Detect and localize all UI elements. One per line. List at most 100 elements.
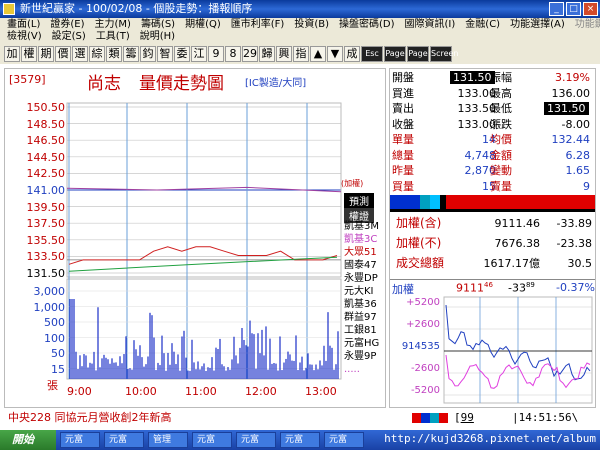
maximize-button[interactable]: □ [566,2,581,16]
mini-index-chart [443,296,593,404]
taskbar-window-button[interactable]: 元富 [280,432,320,448]
main-page: [3579] 尚志 量價走勢圖 [IC製造/大同] 150.50 148.50 14… [0,64,600,430]
toolbar-button[interactable]: 9 [208,46,224,62]
watermark: http://kujd3268.pixnet.net/album [384,432,596,445]
warrant-item[interactable]: 凱基3C [344,234,377,246]
toolbar-button[interactable]: 鈞 [140,46,156,62]
toolbar-button[interactable]: 智 [157,46,173,62]
price-volume-chart: 9:00 10:00 11:00 12:00 13:00 [66,102,342,398]
toolbar-button[interactable]: 8 [225,46,241,62]
news-ticker: 中央228 同協元月營收創2年新高 [8,411,172,424]
toolbar-key-button[interactable]: Page [407,46,429,62]
index-label: 加權(含) [396,216,442,230]
intraday-chart-panel: [3579] 尚志 量價走勢圖 [IC製造/大同] 150.50 148.50 14… [4,68,386,408]
menu-finance[interactable]: 金融(C) [460,19,505,31]
quote-panel: 開盤 131.50 振幅 3.19% 買進 133.00 最高 136.00 賣出 133.50 最… [389,68,596,408]
quote-value: 131.50 [450,71,495,84]
warrant-item[interactable]: 永豐DP [344,273,378,285]
warrant-item[interactable]: 國泰47 [344,260,377,272]
menu-securities[interactable]: 證券(E) [45,19,89,31]
menu-bar: 畫面(L) 證券(E) 主力(M) 籌碼(S) 期權(Q) 匯市利率(F) 投資… [0,18,600,44]
title-bar: 新世紀贏家 - 100/02/08 - 個股走勢：播報順序 _ □ × [0,0,600,18]
menu-fx-rates[interactable]: 匯市利率(F) [226,19,290,31]
code-input[interactable]: [99 [454,409,474,427]
toolbar-button[interactable]: 歸 [259,46,275,62]
quote-label: 賣出 [392,102,414,115]
start-button[interactable]: 開始 [0,430,56,450]
taskbar-window-button[interactable]: 元富 [192,432,232,448]
mini-index-value: 911146 [456,281,493,295]
close-button[interactable]: × [583,2,598,16]
toolbar-key-button[interactable]: Esc [361,46,383,62]
menu-screen[interactable]: 畫面(L) [2,19,45,31]
toolbar-button[interactable]: 籌 [123,46,139,62]
menu-futures[interactable]: 期權(Q) [180,19,226,31]
toolbar: 加權期價選綜類籌鈞智委江 9 8 29 歸興指 ▲ ▼ 成 Esc Page Page Screen [0,44,600,64]
index-value: 9111.46 [494,217,541,230]
warrant-item[interactable]: 永豐9P [344,351,376,363]
menu-view[interactable]: 檢視(V) [2,31,47,43]
toolbar-button[interactable]: 29 [242,46,258,62]
quote-label: 振幅 [490,71,512,84]
menu-fkeys[interactable]: 功能鍵(U) [570,19,600,31]
warrant-item[interactable]: 群益97 [344,312,377,324]
quote-label: 開盤 [392,71,414,84]
index-change: 30.5 [567,257,593,270]
toolbar-button[interactable]: ▼ [327,46,343,62]
warrant-item[interactable]: 元大KI [344,286,374,298]
quote-label: 買進 [392,86,414,100]
taskbar-window-button[interactable]: 管理 [148,432,188,448]
status-color-bar [412,413,448,423]
quote-value: 3.19% [555,71,590,84]
average-price-line [68,256,338,272]
quote-label: 賣量 [490,179,512,193]
quote-label: 單量 [392,133,414,146]
toolbar-button[interactable]: 期 [38,46,54,62]
toolbar-button[interactable]: 類 [106,46,122,62]
warrant-item[interactable]: 大眾51 [344,247,377,259]
taskbar-window-button[interactable]: 元富 [60,432,100,448]
taskbar: 開始 元富 元富 管理 元富 元富 元富 元富 http://kujd3268.pixnet… [0,430,600,450]
warrant-item[interactable]: 凱基36 [344,299,377,311]
menu-invest[interactable]: 投資(B) [289,19,334,31]
menu-functions[interactable]: 功能選擇(A) [505,19,570,31]
warrant-item[interactable]: 工銀81 [344,325,377,337]
menu-code[interactable]: 操盤密碼(D) [334,19,400,31]
menu-help[interactable]: 說明(H) [135,31,180,43]
status-bar: 中央228 同協元月營收創2年新高 [99 |14:51:56\ [4,409,596,427]
toolbar-key-button[interactable]: Page [384,46,406,62]
toolbar-button[interactable]: ▲ [310,46,326,62]
toolbar-button[interactable]: 成 [344,46,360,62]
forecast-tag[interactable]: 預測 [344,193,374,208]
toolbar-key-button[interactable]: Screen [430,46,459,62]
toolbar-button[interactable]: 加 [4,46,20,62]
index-change: -33.89 [556,217,592,230]
toolbar-button[interactable]: 權 [21,46,37,62]
overlay-label: (加權) [341,179,364,188]
toolbar-button[interactable]: 價 [55,46,71,62]
toolbar-button[interactable]: 綜 [89,46,105,62]
quote-value: 133.00 [457,86,497,100]
warrant-item[interactable]: 凱基3M [344,221,379,233]
taskbar-window-button[interactable]: 元富 [324,432,364,448]
toolbar-button[interactable]: 興 [276,46,292,62]
toolbar-button[interactable]: 委 [174,46,190,62]
taskbar-window-button[interactable]: 元富 [104,432,144,448]
taskbar-window-button[interactable]: 元富 [236,432,276,448]
menu-tools[interactable]: 工具(T) [91,31,135,43]
menu-main-force[interactable]: 主力(M) [90,19,136,31]
toolbar-button[interactable]: 指 [293,46,309,62]
quote-label: 昨量 [392,164,414,177]
bid-ask-bar [390,195,595,209]
menu-settings[interactable]: 設定(S) [47,31,91,43]
minimize-button[interactable]: _ [549,2,564,16]
quote-label: 買量 [392,179,414,193]
toolbar-button[interactable]: 江 [191,46,207,62]
warrant-item[interactable]: 元富HG [344,338,379,350]
mini-index-change: -3389 [508,281,535,295]
toolbar-button[interactable]: 選 [72,46,88,62]
menu-row-2: 檢視(V) 設定(S) 工具(T) 說明(H) [2,31,180,43]
menu-chips[interactable]: 籌碼(S) [136,19,180,31]
menu-intl[interactable]: 國際資訊(I) [400,19,461,31]
warrant-item[interactable]: ..... [344,364,360,376]
